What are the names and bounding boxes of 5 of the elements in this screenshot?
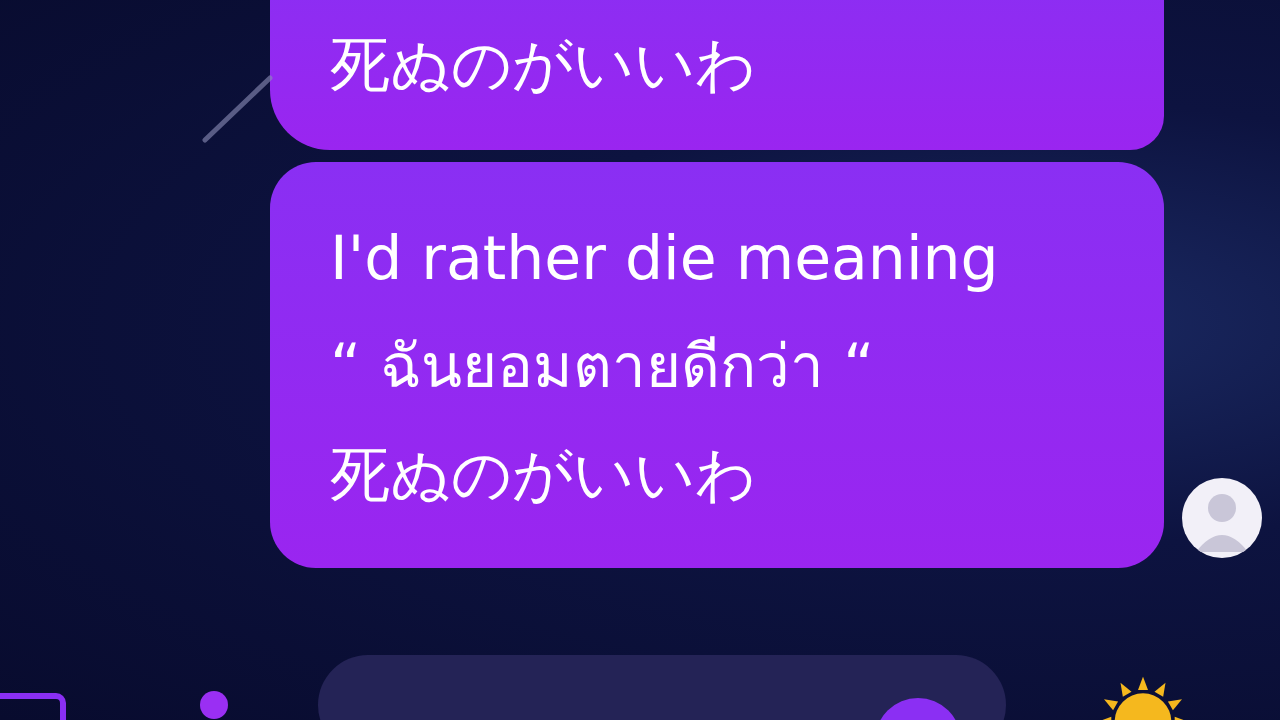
message-text: “ ฉันยอมตายดีกว่า “ <box>330 330 876 403</box>
message-text: 死ぬのがいいわ <box>330 438 757 511</box>
message-text: 死ぬのがいいわ <box>330 28 757 101</box>
message-text: I'd rather die meaning <box>330 222 1000 295</box>
dot-icon[interactable] <box>200 691 228 719</box>
